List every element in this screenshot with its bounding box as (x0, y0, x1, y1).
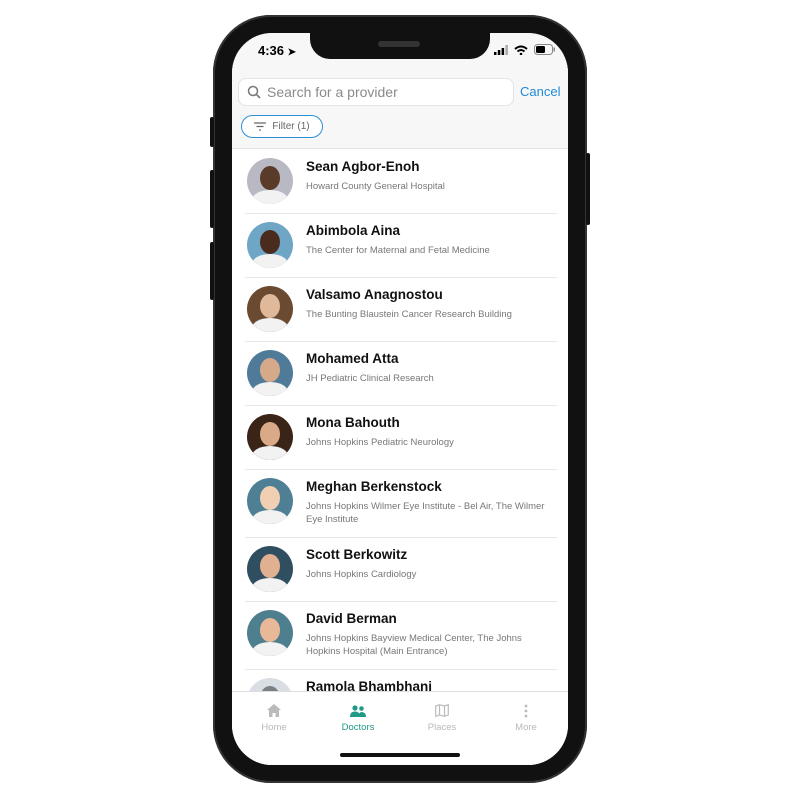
avatar (247, 610, 293, 656)
filter-button[interactable]: Filter (1) (241, 115, 323, 138)
provider-name: Abimbola Aina (306, 223, 401, 238)
filter-label: Filter (1) (272, 121, 310, 132)
volume-down-button (210, 242, 214, 300)
avatar (247, 222, 293, 268)
tab-label: Home (261, 722, 287, 733)
status-time: 4:36 ➤ (258, 43, 296, 58)
avatar (247, 286, 293, 332)
avatar (247, 546, 293, 592)
power-button (586, 153, 590, 225)
provider-list-item[interactable]: Scott Berkowitz Johns Hopkins Cardiology (245, 538, 557, 602)
provider-location: The Bunting Blaustein Cancer Research Bu… (306, 309, 512, 320)
home-indicator (340, 753, 460, 757)
provider-location: Howard County General Hospital (306, 181, 445, 192)
provider-name: David Berman (306, 611, 397, 626)
provider-list-item[interactable]: Meghan Berkenstock Johns Hopkins Wilmer … (245, 470, 557, 538)
search-placeholder: Search for a provider (267, 84, 398, 100)
avatar (247, 414, 293, 460)
provider-name: Scott Berkowitz (306, 547, 408, 562)
location-arrow-icon: ➤ (287, 47, 297, 58)
provider-list-item[interactable]: Mohamed Atta JH Pediatric Clinical Resea… (245, 342, 557, 406)
provider-list-item[interactable]: David Berman Johns Hopkins Bayview Medic… (245, 602, 557, 670)
provider-name: Meghan Berkenstock (306, 479, 442, 494)
provider-location: Johns Hopkins Bayview Medical Center, Th… (306, 633, 522, 657)
avatar (247, 350, 293, 396)
search-icon (247, 85, 261, 99)
search-input[interactable]: Search for a provider (238, 78, 514, 106)
avatar (247, 158, 293, 204)
provider-location: Johns Hopkins Pediatric Neurology (306, 437, 454, 448)
provider-list-item[interactable]: Valsamo Anagnostou The Bunting Blaustein… (245, 278, 557, 342)
tab-more[interactable]: More (484, 692, 568, 765)
provider-name: Mona Bahouth (306, 415, 400, 430)
provider-list-item[interactable]: Sean Agbor-Enoh Howard County General Ho… (245, 150, 557, 214)
tab-home[interactable]: Home (232, 692, 316, 765)
tab-label: Places (427, 722, 457, 733)
provider-location: The Center for Maternal and Fetal Medici… (306, 245, 490, 256)
provider-location: Johns Hopkins Cardiology (306, 569, 417, 580)
provider-name: Mohamed Atta (306, 351, 399, 366)
provider-list-item[interactable]: Mona Bahouth Johns Hopkins Pediatric Neu… (245, 406, 557, 470)
more-icon (524, 704, 528, 718)
avatar (247, 478, 293, 524)
map-icon (435, 703, 449, 718)
signal-icon (494, 44, 508, 55)
cancel-button[interactable]: Cancel (520, 84, 560, 99)
provider-list-item[interactable]: Abimbola Aina The Center for Maternal an… (245, 214, 557, 278)
screen: 4:36 ➤ Search for a provider Cancel Filt… (232, 33, 568, 765)
provider-list: Sean Agbor-Enoh Howard County General Ho… (232, 150, 568, 734)
volume-up-button (210, 170, 214, 228)
notch (310, 33, 490, 59)
wifi-icon (514, 45, 528, 55)
mute-switch (210, 117, 214, 147)
home-icon (267, 704, 281, 717)
provider-location: JH Pediatric Clinical Research (306, 373, 434, 384)
tab-label: More (515, 722, 537, 733)
doctors-icon (350, 705, 366, 717)
tab-label: Doctors (341, 722, 375, 733)
provider-name: Sean Agbor-Enoh (306, 159, 420, 174)
provider-location: Johns Hopkins Wilmer Eye Institute - Bel… (306, 501, 545, 525)
time-text: 4:36 (258, 43, 285, 58)
battery-icon (534, 44, 555, 55)
provider-name: Valsamo Anagnostou (306, 287, 443, 302)
filter-icon (254, 122, 267, 131)
